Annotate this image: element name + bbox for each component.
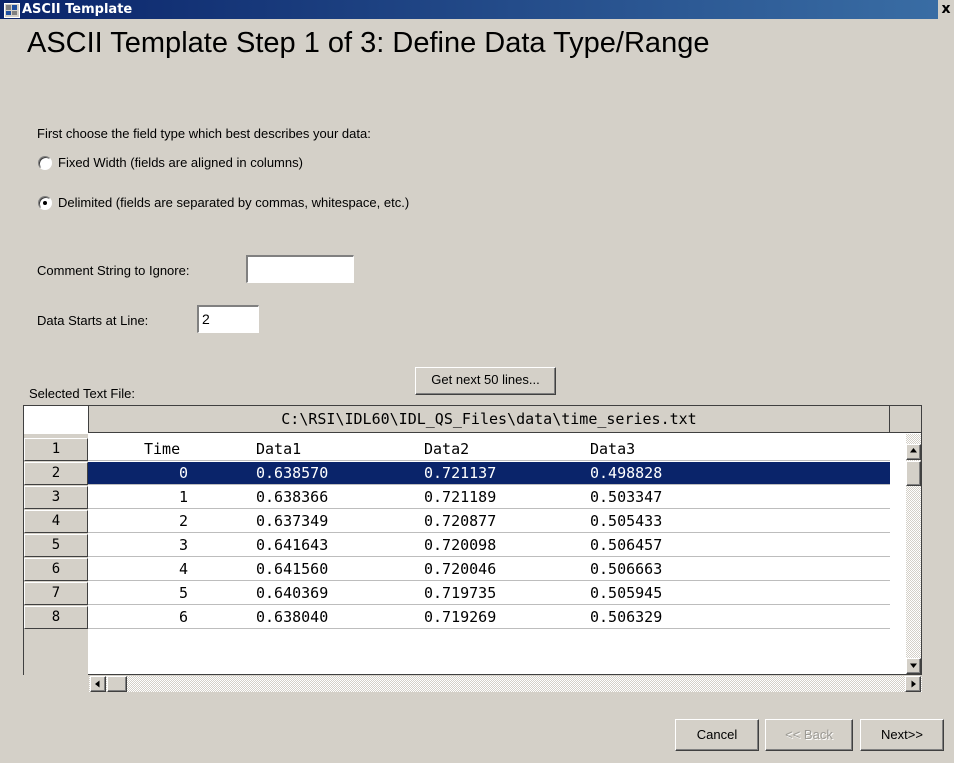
grid-cell: 5 [178,584,188,602]
app-icon [4,3,20,18]
cancel-button[interactable]: Cancel [675,719,759,751]
row-header[interactable]: 1 [24,438,88,461]
grid-cell: 0.720046 [424,560,497,578]
grid-cell: 0.720098 [424,536,497,554]
grid-cell: 0.506329 [590,608,663,626]
row-header[interactable]: 8 [24,606,88,629]
grid-cell: 0.719269 [424,608,497,626]
scroll-down-button[interactable] [906,658,921,674]
grid-cell: 0 [178,464,188,482]
table-row[interactable]: 1 0.638366 0.721189 0.503347 [88,486,890,509]
scroll-thumb[interactable] [906,461,921,486]
grid-cell: 0.638570 [256,464,329,482]
close-button[interactable]: x [938,0,954,19]
back-button[interactable]: << Back [765,719,853,751]
comment-input[interactable] [246,255,354,283]
arrow-up-icon [910,448,917,453]
vertical-scrollbar[interactable] [906,434,921,674]
grid-cell: 0.498828 [590,464,663,482]
grid-cell: 1 [178,488,188,506]
comment-label: Comment String to Ignore: [37,263,190,278]
arrow-left-icon [95,680,100,688]
file-path-header: C:\RSI\IDL60\IDL_QS_Files\data\time_seri… [88,405,890,433]
row-header[interactable]: 7 [24,582,88,605]
grid-cell: 0.720877 [424,512,497,530]
selected-file-label: Selected Text File: [29,386,135,401]
table-row[interactable]: 5 0.640369 0.719735 0.505945 [88,582,890,605]
table-row[interactable]: 6 0.638040 0.719269 0.506329 [88,606,890,629]
grid-cell: Data2 [424,440,470,458]
data-start-label: Data Starts at Line: [37,313,149,328]
next-button[interactable]: Next>> [860,719,944,751]
grid-cell: 0.640369 [256,584,329,602]
grid-cell: 0.638366 [256,488,329,506]
hscroll-thumb[interactable] [107,676,127,692]
field-type-prompt: First choose the field type which best d… [37,126,371,141]
arrow-down-icon [910,663,917,668]
grid-cell: 0.641643 [256,536,329,554]
header-corner [889,405,922,433]
close-icon: x [941,1,951,17]
table-row[interactable]: 2 0.637349 0.720877 0.505433 [88,510,890,533]
row-header[interactable]: 2 [24,462,88,485]
grid-cell: 0.719735 [424,584,497,602]
scroll-left-button[interactable] [90,676,106,692]
row-header[interactable]: 6 [24,558,88,581]
grid-cell: 0.506457 [590,536,663,554]
grid-cell: 6 [178,608,188,626]
title-bar: ASCII Template [0,0,954,19]
window-title: ASCII Template [22,2,133,17]
radio-selected-dot [43,201,47,205]
grid-header-row[interactable]: Time Data1 Data2 Data3 [88,438,890,461]
arrow-right-icon [911,680,916,688]
row-header[interactable]: 3 [24,486,88,509]
radio-fixed-width-circle[interactable] [38,156,52,170]
table-row[interactable]: 0 0.638570 0.721137 0.498828 [88,462,890,485]
grid-cell: 0.506663 [590,560,663,578]
grid-cell: 4 [178,560,188,578]
radio-delimited[interactable]: Delimited (fields are separated by comma… [38,195,538,211]
table-row[interactable]: 3 0.641643 0.720098 0.506457 [88,534,890,557]
radio-delimited-label[interactable]: Delimited (fields are separated by comma… [58,195,409,211]
row-header[interactable]: 5 [24,534,88,557]
grid-cell: 0.641560 [256,560,329,578]
data-start-input[interactable]: 2 [197,305,259,333]
table-row[interactable]: 4 0.641560 0.720046 0.506663 [88,558,890,581]
grid-cell: Time [144,440,181,458]
grid-cell: Data1 [256,440,302,458]
row-header[interactable]: 4 [24,510,88,533]
grid-cell: 0.721189 [424,488,497,506]
radio-fixed-width[interactable]: Fixed Width (fields are aligned in colum… [38,155,438,171]
grid-cell: 0.638040 [256,608,329,626]
radio-fixed-width-label[interactable]: Fixed Width (fields are aligned in colum… [58,155,303,171]
grid-cell: 2 [178,512,188,530]
page-heading: ASCII Template Step 1 of 3: Define Data … [27,27,710,59]
scroll-right-button[interactable] [905,676,921,692]
grid-cell: 0.503347 [590,488,663,506]
get-next-lines-button[interactable]: Get next 50 lines... [415,367,556,395]
radio-delimited-circle[interactable] [38,196,52,210]
grid-cell: Data3 [590,440,636,458]
grid-cell: 0.505433 [590,512,663,530]
grid-cell: 0.505945 [590,584,663,602]
horizontal-scrollbar[interactable] [89,676,922,692]
grid-cell: 0.721137 [424,464,497,482]
scroll-up-button[interactable] [906,444,921,460]
grid-cell: 3 [178,536,188,554]
grid-cell: 0.637349 [256,512,329,530]
